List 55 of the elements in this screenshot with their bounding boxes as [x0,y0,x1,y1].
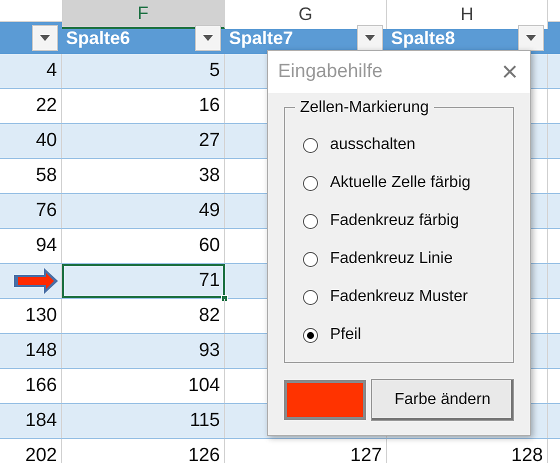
close-button[interactable]: × [502,58,518,86]
table-cell-text: 5 [209,58,220,83]
radio-option[interactable]: Fadenkreuz Linie [303,240,513,278]
table-cell-text: 115 [190,408,220,433]
table-cell-text: 27 [198,128,220,153]
radio-option[interactable]: Fadenkreuz färbig [303,202,513,240]
filter-button[interactable] [357,25,383,51]
column-letter[interactable]: G [225,0,387,29]
radio-button[interactable] [303,252,318,266]
radio-button[interactable] [303,138,318,152]
radio-button[interactable] [303,176,318,190]
table-cell-text: 104 [188,374,220,398]
table-cell-text: 71 [198,268,220,293]
fill-handle[interactable] [221,295,228,302]
table-cell-text: 76 [36,198,57,223]
dropdown-icon [40,35,50,41]
column-letter[interactable]: F [62,0,225,29]
table-cell-text: 94 [36,234,57,258]
table-cell-text: 4 [46,58,57,83]
table-cell-text: 148 [25,338,57,363]
radio-button[interactable] [303,214,318,228]
radio-button[interactable] [303,290,318,304]
table-cell-text: 202 [25,444,57,463]
table-cell-text: 130 [25,304,57,328]
column-header: Spalte7 [229,26,294,50]
table-cell-text: 49 [198,198,220,223]
window-title: Eingabehilfe [278,60,383,84]
radio-button[interactable] [303,328,318,342]
table-cell-text: 126 [188,444,220,463]
table-cell-text: 60 [198,234,220,258]
dropdown-icon [526,35,536,41]
table-cell-text: 166 [25,374,57,398]
radio-option[interactable]: Aktuelle Zelle färbig [303,164,513,202]
filter-button[interactable] [32,25,58,51]
filter-button[interactable] [518,25,544,51]
dropdown-icon [365,35,375,41]
table-cell-text: 58 [36,164,57,188]
table-cell-text: 16 [198,94,220,118]
column-header: Spalte8 [391,26,456,50]
radio-option[interactable]: ausschalten [303,126,513,164]
table-cell-text: 22 [36,94,57,118]
filter-button[interactable] [195,25,221,51]
table-cell-text: 184 [25,408,57,433]
change-color-button[interactable]: Farbe ändern [371,379,514,421]
table-cell-text: 38 [198,164,220,188]
column-header: Spalte6 [66,26,130,50]
table-cell-text: 127 [350,444,382,463]
column-letter[interactable]: H [387,0,548,29]
table-cell-text: 82 [198,304,220,328]
table-cell-text: 93 [198,338,220,363]
table-cell-text: 128 [511,444,543,463]
radio-option[interactable]: Pfeil [303,316,513,354]
table-cell-text: 40 [36,128,57,153]
radio-option[interactable]: Fadenkreuz Muster [303,278,513,316]
dropdown-icon [203,35,213,41]
